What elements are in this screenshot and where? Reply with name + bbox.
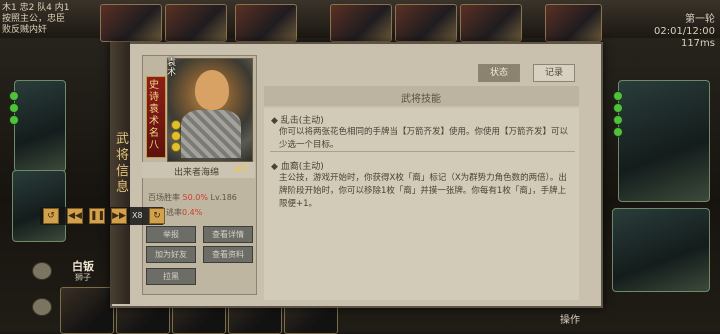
hero-name: 史诗袁术名八	[149, 80, 159, 151]
loop-icon[interactable]: ↻	[149, 208, 165, 224]
rewind-icon[interactable]: ◀◀	[67, 208, 83, 224]
block-button[interactable]: 拉黑	[146, 268, 196, 285]
player-subtitle: 狮子	[75, 273, 91, 282]
view-profile-button[interactable]: 查看资料	[203, 246, 253, 263]
skill-section-title: 武将技能	[401, 94, 441, 105]
rank-star-icon	[171, 131, 181, 141]
rank-star-icon	[171, 120, 181, 130]
skill-1-name: ◆ 乱击(主动)	[271, 116, 324, 126]
hand-card[interactable]	[60, 287, 114, 334]
top-seat-2[interactable]	[165, 4, 227, 42]
skill-2-name: ◆ 血裔(主动)	[271, 162, 324, 172]
panel-title: 武将信息	[116, 132, 130, 195]
hp-pip	[9, 91, 19, 101]
pause-icon[interactable]: ❚❚	[89, 208, 105, 224]
hero-face	[195, 70, 229, 110]
hp-pip	[613, 127, 623, 137]
left-seat-upper[interactable]	[9, 80, 66, 172]
round-timer: 第一轮 02:01/12:00 117ms	[653, 14, 715, 49]
vip-badge: v7	[234, 164, 248, 175]
tab-record[interactable]: 记录	[533, 64, 575, 82]
skill-divider	[270, 151, 575, 152]
top-seat-6[interactable]	[460, 4, 522, 42]
identity-icon[interactable]	[32, 262, 52, 280]
rank-star-icon	[171, 142, 181, 152]
hp-pip	[9, 103, 19, 113]
chat-icon[interactable]	[32, 298, 52, 316]
fast-forward-icon[interactable]: ▶▶	[111, 208, 127, 224]
top-seat-3[interactable]	[235, 4, 297, 42]
restart-icon[interactable]: ↺	[43, 208, 59, 224]
hp-pip	[613, 103, 623, 113]
hp-pip	[613, 115, 623, 125]
top-seat-7[interactable]	[545, 4, 602, 42]
speed-label: X8	[132, 211, 143, 220]
skill-2-text: 主公技，游戏开始时，你获得X枚「裔」标记（X为群势力角色数的两倍）。出牌阶段开始…	[279, 173, 567, 209]
hp-pip	[613, 91, 623, 101]
report-button[interactable]: 举报	[146, 226, 196, 243]
top-seat-4[interactable]	[330, 4, 392, 42]
escape-row: 逃率0.4%	[166, 208, 203, 217]
top-seat-5[interactable]	[395, 4, 457, 42]
top-left-info: 木1 忠2 队4 内1 按照主公，忠臣 败反贼内奸	[2, 3, 70, 35]
operation-label[interactable]: 操作	[560, 311, 580, 326]
top-seat-1[interactable]	[100, 4, 162, 42]
right-seat-lower[interactable]	[612, 208, 710, 292]
right-seat-upper[interactable]	[613, 80, 710, 202]
hero-armor	[181, 110, 241, 158]
tab-status[interactable]: 状态	[478, 64, 520, 82]
hp-pip	[9, 115, 19, 125]
hero-title: 出来者海绵	[174, 168, 220, 178]
add-friend-button[interactable]: 加为好友	[146, 246, 196, 263]
left-seat-middle[interactable]	[12, 170, 66, 242]
winrate-row: 百场胜率 50.0% Lv.186	[148, 193, 237, 202]
hero-tag: 袁术	[167, 58, 177, 78]
view-details-button[interactable]: 查看详情	[203, 226, 253, 243]
skill-1-text: 你可以将两张花色相同的手牌当【万箭齐发】使用。你使用【万箭齐发】可以少选一个目标…	[279, 127, 569, 150]
